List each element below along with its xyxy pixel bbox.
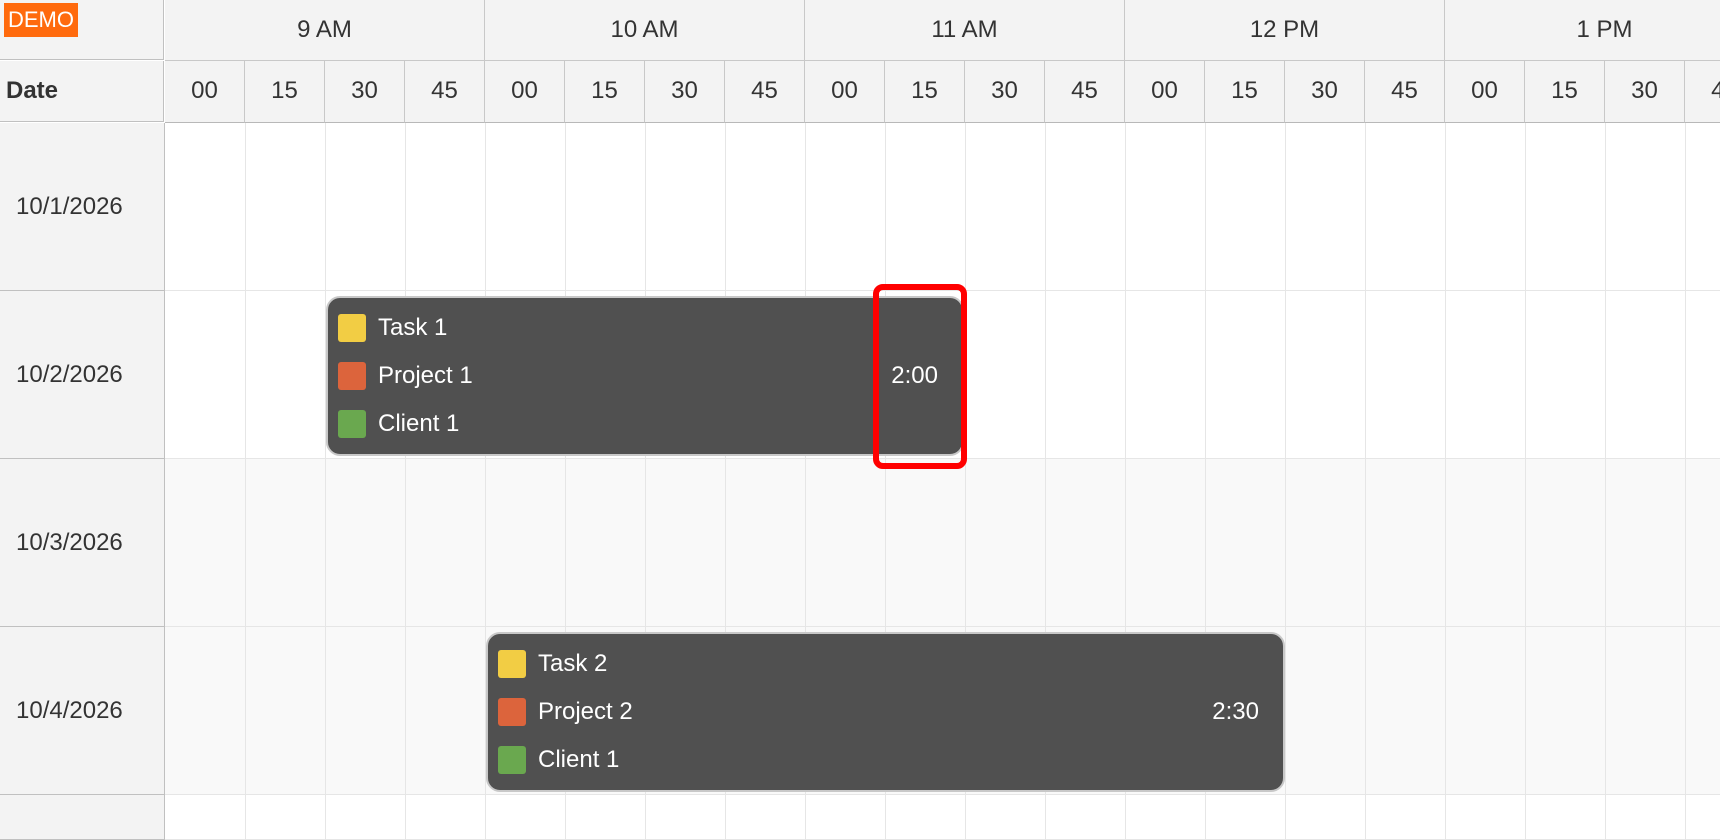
event-duration: 2:30 [1212, 698, 1259, 725]
event-project-label: Project 2 [538, 698, 633, 725]
minute-header: 15 [1525, 61, 1605, 123]
grid-line [1445, 123, 1446, 840]
grid-line [1605, 123, 1606, 840]
event-task-label: Task 1 [378, 314, 448, 341]
demo-badge: DEMO [4, 3, 78, 37]
grid-line [1365, 123, 1366, 840]
task-color-icon [338, 314, 366, 342]
minute-header: 00 [1445, 61, 1525, 123]
grid-row[interactable] [165, 795, 1720, 840]
hour-header-12pm: 12 PM [1125, 0, 1445, 61]
minute-header: 15 [245, 61, 325, 123]
hour-header-11am: 11 AM [805, 0, 1125, 61]
event-client-line: Client 1 [498, 745, 619, 775]
client-color-icon [498, 746, 526, 774]
date-column-header: Date [0, 61, 164, 122]
project-color-icon [338, 362, 366, 390]
scheduler-corner: DEMO [0, 0, 164, 60]
event-client-label: Client 1 [538, 746, 620, 773]
minute-header: 30 [1605, 61, 1685, 123]
row-header-date: 10/1/2026 [0, 123, 165, 291]
task-color-icon [498, 650, 526, 678]
row-header-date [0, 795, 165, 840]
grid-row[interactable] [165, 459, 1720, 627]
grid-line [325, 123, 326, 840]
minute-header: 30 [965, 61, 1045, 123]
minute-header: 45 [405, 61, 485, 123]
project-color-icon [498, 698, 526, 726]
minute-header: 45 [1045, 61, 1125, 123]
row-header-date: 10/4/2026 [0, 627, 165, 795]
hour-header-1pm: 1 PM [1445, 0, 1720, 61]
minute-header: 30 [325, 61, 405, 123]
minute-header: 45 [725, 61, 805, 123]
event-task-line: Task 1 [338, 313, 447, 343]
minute-header: 45 [1365, 61, 1445, 123]
minute-header: 30 [645, 61, 725, 123]
grid-line [1285, 123, 1286, 840]
grid-line [1525, 123, 1526, 840]
event-task-1[interactable]: Task 1 Project 1 Client 1 2:00 [326, 296, 964, 456]
grid-line [245, 123, 246, 840]
event-client-line: Client 1 [338, 409, 459, 439]
event-project-line: Project 1 [338, 361, 473, 391]
event-task-label: Task 2 [538, 650, 608, 677]
event-project-label: Project 1 [378, 362, 473, 389]
hour-header-9am: 9 AM [165, 0, 485, 61]
resize-handle-highlight[interactable] [873, 284, 967, 469]
event-task-2[interactable]: Task 2 Project 2 Client 1 2:30 [486, 632, 1285, 792]
event-task-line: Task 2 [498, 649, 607, 679]
minute-header: 15 [885, 61, 965, 123]
minute-header: 00 [485, 61, 565, 123]
grid-line [405, 123, 406, 840]
minute-header: 15 [565, 61, 645, 123]
minute-header: 00 [805, 61, 885, 123]
row-header-date: 10/2/2026 [0, 291, 165, 459]
event-client-label: Client 1 [378, 410, 460, 437]
minute-header: 45 [1685, 61, 1720, 123]
minute-header: 00 [1125, 61, 1205, 123]
minute-header: 00 [165, 61, 245, 123]
hour-header-10am: 10 AM [485, 0, 805, 61]
scheduler: DEMO 9 AM 10 AM 11 AM 12 PM 1 PM Date 00… [0, 0, 1720, 840]
minute-header: 15 [1205, 61, 1285, 123]
grid-line [1685, 123, 1686, 840]
event-project-line: Project 2 [498, 697, 633, 727]
grid-row[interactable] [165, 123, 1720, 291]
client-color-icon [338, 410, 366, 438]
row-header-date: 10/3/2026 [0, 459, 165, 627]
minute-header: 30 [1285, 61, 1365, 123]
